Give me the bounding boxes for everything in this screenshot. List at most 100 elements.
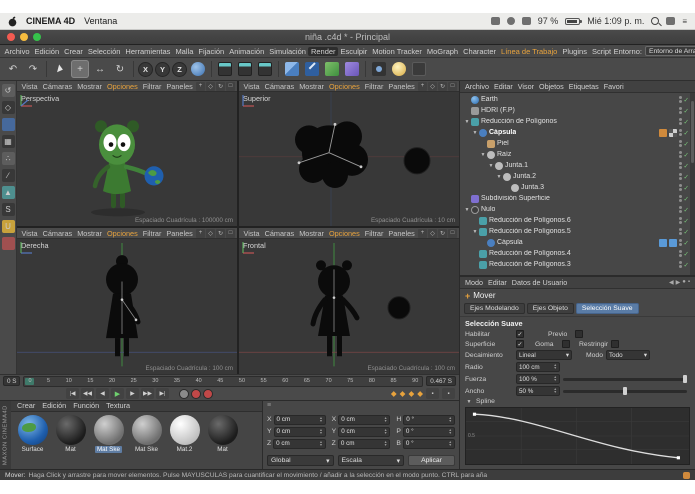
position-x-field[interactable]: 0 cm ▲ ▼: [273, 414, 326, 425]
menu-simulacion[interactable]: Simulación: [267, 47, 309, 56]
menu-edicion[interactable]: Edición: [32, 47, 62, 56]
material-item[interactable]: Mat Ske: [91, 414, 126, 468]
tree-scrollbar[interactable]: [690, 93, 695, 275]
visibility-dots[interactable]: [678, 228, 682, 235]
selection-tag-icon[interactable]: [658, 238, 667, 247]
zoom-view-icon[interactable]: ◇: [206, 228, 215, 238]
keyframe-options-button[interactable]: ▪: [426, 388, 439, 400]
rotate-view-icon[interactable]: ↻: [216, 81, 225, 91]
material-thumbnail[interactable]: [131, 414, 162, 445]
snap-tool[interactable]: U: [1, 220, 15, 233]
vp-menu-vista[interactable]: Vista: [241, 229, 262, 238]
tree-row-sds[interactable]: Subdivisión Superficie ✓: [460, 193, 689, 204]
spline-pen-button[interactable]: [303, 60, 321, 78]
visibility-dots[interactable]: [678, 250, 682, 257]
display-mode-button[interactable]: [410, 60, 428, 78]
enabled-check-icon[interactable]: ✓: [684, 195, 689, 203]
add-cube-button[interactable]: [283, 60, 301, 78]
tab-seleccion-suave[interactable]: Selección Suave: [575, 303, 639, 314]
menu-herramientas[interactable]: Herramientas: [123, 47, 173, 56]
menu-mograph[interactable]: MoGraph: [424, 47, 460, 56]
enabled-check-icon[interactable]: ✓: [684, 239, 689, 247]
play-button[interactable]: ▶: [111, 388, 124, 400]
am-menu-editar[interactable]: Editar: [488, 278, 507, 287]
expand-icon[interactable]: ▼: [487, 163, 495, 169]
autokey-button[interactable]: [203, 388, 213, 399]
menu-plugins[interactable]: Plugins: [560, 47, 590, 56]
coords-menu-icon[interactable]: ≡: [267, 402, 271, 409]
history-back-icon[interactable]: ◀: [669, 279, 674, 286]
timeline-ruler[interactable]: 0 5 10 15 20 25 30 35 40 45 50 55 60 65 70 75 80 85 90: [23, 375, 424, 387]
goma-checkbox[interactable]: [562, 340, 570, 348]
enabled-check-icon[interactable]: ✓: [684, 129, 689, 137]
viewport-superior-canvas[interactable]: Superior Espaciado Cuadrícula: 10 cm: [239, 92, 459, 227]
vp-menu-paneles[interactable]: Paneles: [386, 82, 417, 91]
vp-menu-vista[interactable]: Vista: [241, 82, 262, 91]
expand-icon[interactable]: ▼: [471, 130, 479, 136]
material-item[interactable]: Mat.2: [167, 414, 202, 468]
maximize-view-icon[interactable]: □: [226, 81, 235, 91]
enabled-check-icon[interactable]: ✓: [684, 96, 689, 104]
spotlight-icon[interactable]: [651, 17, 660, 25]
viewport-derecha-canvas[interactable]: Derecha Espaciado Cuadrícula: 100 cm: [17, 239, 237, 373]
filter-icon[interactable]: ●: [682, 279, 686, 286]
tab-ejes-modelando[interactable]: Ejes Modelando: [464, 303, 525, 314]
size-x-field[interactable]: 0 cm ▲ ▼: [338, 414, 391, 425]
position-z-field[interactable]: 0 cm ▲ ▼: [273, 438, 326, 449]
goto-start-button[interactable]: |◀: [66, 388, 79, 400]
superficie-checkbox[interactable]: ✓: [516, 340, 524, 348]
zoom-view-icon[interactable]: ◇: [428, 228, 437, 238]
rotate-tool[interactable]: ↻: [111, 60, 129, 78]
key-scale-icon[interactable]: ◆: [400, 389, 406, 398]
lock-icon[interactable]: ▪: [688, 279, 690, 286]
restringir-checkbox[interactable]: [611, 340, 620, 348]
visibility-dots[interactable]: [678, 173, 682, 180]
menu-fijacion[interactable]: Fijación: [196, 47, 227, 56]
tree-row-reduccion4[interactable]: Reducción de Polígonos.4 ✓: [460, 248, 689, 259]
om-menu-visor[interactable]: Visor: [518, 82, 534, 91]
size-z-field[interactable]: 0 cm ▲ ▼: [337, 438, 391, 449]
enabled-check-icon[interactable]: ✓: [684, 140, 689, 148]
ancho-field[interactable]: 50 % ▲ ▼: [516, 386, 560, 396]
om-menu-favoritos[interactable]: Favori: [604, 82, 624, 91]
material-item[interactable]: Mat Ske: [129, 414, 164, 468]
am-menu-datos[interactable]: Datos de Usuario: [512, 278, 568, 287]
vp-menu-opciones[interactable]: Opciones: [326, 229, 362, 238]
material-tag-icon[interactable]: [658, 128, 667, 137]
goto-end-button[interactable]: ▶|: [156, 388, 169, 400]
notification-icon[interactable]: [683, 471, 690, 479]
maximize-view-icon[interactable]: □: [226, 228, 235, 238]
macos-app-name[interactable]: CINEMA 4D: [26, 16, 75, 26]
visibility-dots[interactable]: [678, 118, 682, 125]
vp-menu-paneles[interactable]: Paneles: [164, 82, 195, 91]
menu-animacion[interactable]: Animación: [227, 47, 267, 56]
tab-ejes-objeto[interactable]: Ejes Objeto: [526, 303, 574, 314]
tree-row-piel[interactable]: Piel ✓: [460, 138, 689, 149]
camera-button[interactable]: [370, 60, 388, 78]
mat-menu-funcion[interactable]: Función: [73, 401, 99, 410]
record-snapshot-button[interactable]: [179, 388, 189, 399]
deformer-button[interactable]: [343, 60, 361, 78]
sound-toggle-button[interactable]: ▪: [442, 388, 455, 400]
wifi-icon[interactable]: [521, 17, 531, 25]
material-thumbnail[interactable]: [207, 414, 238, 445]
mat-menu-crear[interactable]: Crear: [17, 401, 35, 410]
axis-x-button[interactable]: X: [138, 61, 153, 77]
rotate-view-icon[interactable]: ↻: [438, 228, 447, 238]
tree-row-reduccion5[interactable]: ▼ Reducción de Polígonos.5 ✓: [460, 226, 689, 237]
subdivision-button[interactable]: [323, 60, 341, 78]
modo-dropdown[interactable]: Todo ▾: [606, 350, 650, 360]
expand-icon[interactable]: ▼: [471, 229, 479, 235]
enabled-check-icon[interactable]: ✓: [684, 206, 689, 214]
menu-script[interactable]: Script: [589, 47, 613, 56]
vp-menu-paneles[interactable]: Paneles: [386, 229, 417, 238]
scale-tool[interactable]: ↔: [91, 60, 109, 78]
move-tool[interactable]: +: [71, 60, 89, 78]
enabled-check-icon[interactable]: ✓: [684, 228, 689, 236]
vp-menu-camaras[interactable]: Cámaras: [262, 82, 297, 91]
apple-logo-icon[interactable]: [8, 16, 17, 27]
visibility-dots[interactable]: [678, 195, 682, 202]
material-thumbnail[interactable]: [55, 414, 86, 445]
expand-icon[interactable]: ▼: [465, 399, 473, 405]
redo-button[interactable]: ↷: [24, 60, 42, 78]
